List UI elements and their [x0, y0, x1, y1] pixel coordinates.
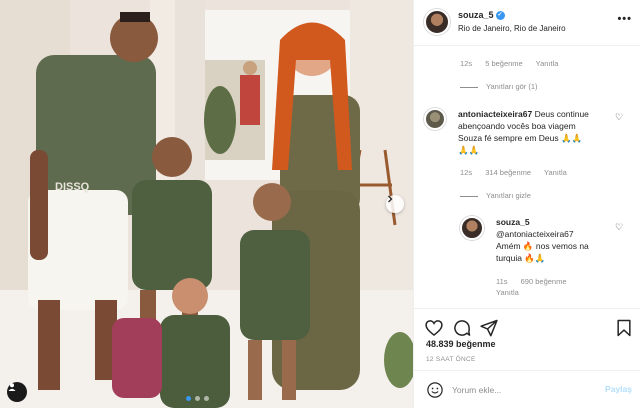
- commenter-username[interactable]: antoniacteixeira67: [458, 109, 532, 119]
- reply-meta: 11s 690 beğenme: [496, 277, 578, 286]
- post-photo: DISSQ: [0, 0, 413, 408]
- like-reply-heart-icon[interactable]: ♡: [615, 222, 623, 233]
- post-comment-button[interactable]: Paylaş: [605, 384, 632, 394]
- comment-meta: 12s 314 beğenme Yanıtla: [460, 168, 578, 177]
- reply-author-avatar[interactable]: [460, 216, 484, 240]
- comment-text-line: 🙏🙏: [458, 145, 480, 155]
- reply-link[interactable]: Yanıtla: [496, 288, 519, 297]
- carousel-dot: [186, 396, 191, 401]
- comments-list[interactable]: 12s 5 beğenme Yanıtla Yanıtları gör (1) …: [414, 46, 640, 308]
- family-photo-illustration: DISSQ: [0, 0, 413, 408]
- post-location[interactable]: Rio de Janeiro, Rio de Janeiro: [458, 24, 566, 33]
- reply-meta-2: Yanıtla: [496, 288, 530, 297]
- post-header: souza_5 ✓ Rio de Janeiro, Rio de Janeiro …: [414, 0, 640, 46]
- view-replies-link[interactable]: Yanıtları gör (1): [460, 82, 538, 91]
- comment-icon[interactable]: [452, 318, 472, 338]
- reply-link[interactable]: Yanıtla: [544, 168, 567, 177]
- user-icon: [8, 383, 16, 391]
- reply-likes[interactable]: 690 beğenme: [521, 277, 567, 286]
- send-icon[interactable]: [479, 318, 499, 338]
- post-side-panel: souza_5 ✓ Rio de Janeiro, Rio de Janeiro …: [413, 0, 640, 408]
- chevron-right-icon: [388, 195, 393, 203]
- svg-text:DISSQ: DISSQ: [55, 181, 90, 193]
- author-username-row: souza_5 ✓: [458, 10, 505, 21]
- comment-input[interactable]: [452, 383, 602, 397]
- verified-badge-icon: ✓: [495, 11, 505, 21]
- reply-text-line: turquia 🔥🙏: [496, 253, 546, 263]
- comment-text-line: abençoando vocês boa viagem: [458, 121, 576, 131]
- comment-meta: 12s 5 beğenme Yanıtla: [460, 59, 569, 68]
- comment-time: 12s: [460, 59, 473, 68]
- comment-body: antoniacteixeira67 Deus continue abençoa…: [458, 108, 618, 156]
- comment-time: 12s: [460, 168, 473, 177]
- tagged-users-button[interactable]: [7, 382, 27, 402]
- comment-text-line: Deus continue: [534, 109, 589, 119]
- mention-link[interactable]: @antoniacteixeira67: [496, 229, 574, 239]
- comment-text-line: Souza fé sempre em Deus 🙏🙏: [458, 133, 583, 143]
- bookmark-icon[interactable]: [614, 318, 634, 338]
- more-options-icon[interactable]: •••: [617, 13, 632, 25]
- next-image-button[interactable]: [386, 195, 404, 213]
- author-username[interactable]: souza_5: [458, 10, 494, 20]
- add-comment-bar: Paylaş: [414, 370, 640, 408]
- author-avatar[interactable]: [424, 9, 450, 35]
- likes-count[interactable]: 48.839 beğenme: [426, 339, 496, 349]
- commenter-avatar[interactable]: [424, 108, 446, 130]
- comment-likes[interactable]: 5 beğenme: [485, 59, 523, 68]
- reply-link[interactable]: Yanıtla: [536, 59, 559, 68]
- carousel-dot: [204, 396, 209, 401]
- comment-likes[interactable]: 314 beğenme: [485, 168, 531, 177]
- carousel-dot: [195, 396, 200, 401]
- reply-time: 11s: [496, 277, 508, 286]
- heart-icon[interactable]: [424, 318, 444, 338]
- reply-body: souza_5 @antoniacteixeira67 Amém 🔥 nos v…: [496, 216, 616, 264]
- reply-text-line: Amém 🔥 nos vemos na: [496, 241, 589, 251]
- hide-replies-link[interactable]: Yanıtları gizle: [460, 191, 531, 200]
- smile-icon[interactable]: [426, 381, 444, 399]
- reply-author-username[interactable]: souza_5: [496, 217, 530, 227]
- like-comment-heart-icon[interactable]: ♡: [615, 112, 623, 123]
- posted-time[interactable]: 12 SAAT ÖNCE: [426, 356, 476, 363]
- carousel-dots: [186, 396, 209, 401]
